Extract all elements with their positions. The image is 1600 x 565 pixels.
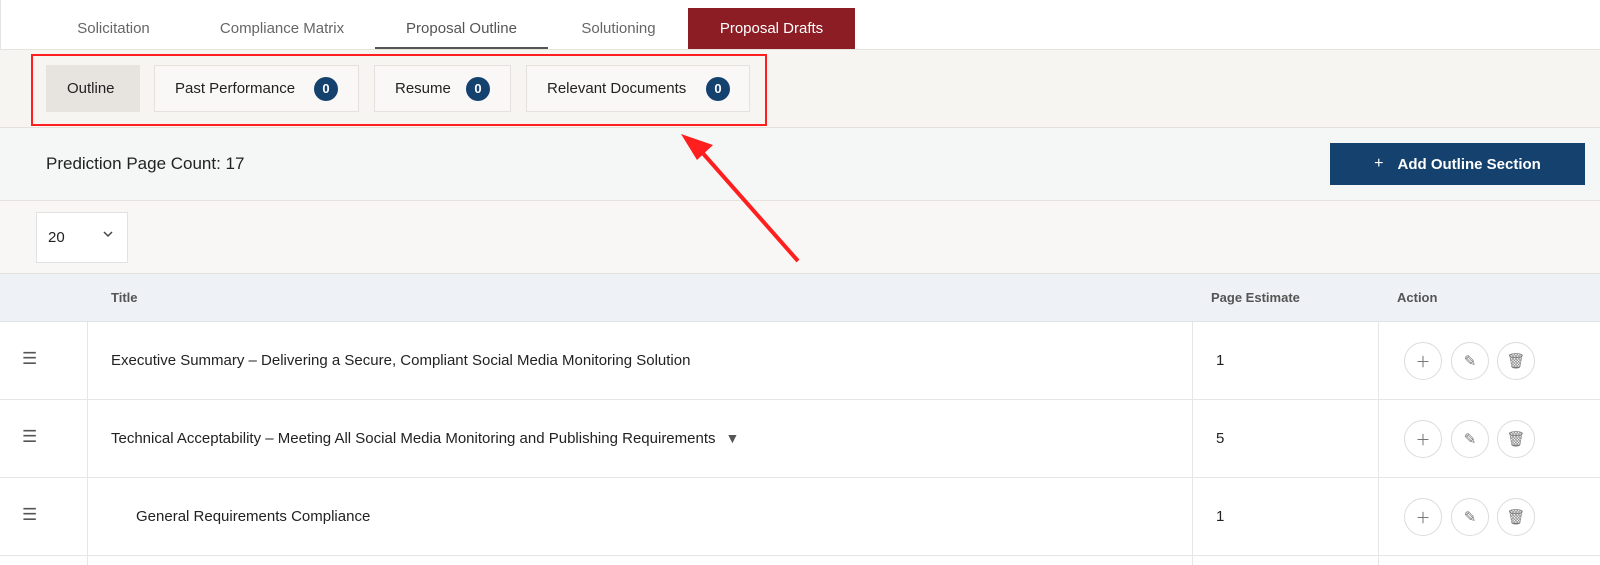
annotation-arrow bbox=[681, 134, 800, 263]
